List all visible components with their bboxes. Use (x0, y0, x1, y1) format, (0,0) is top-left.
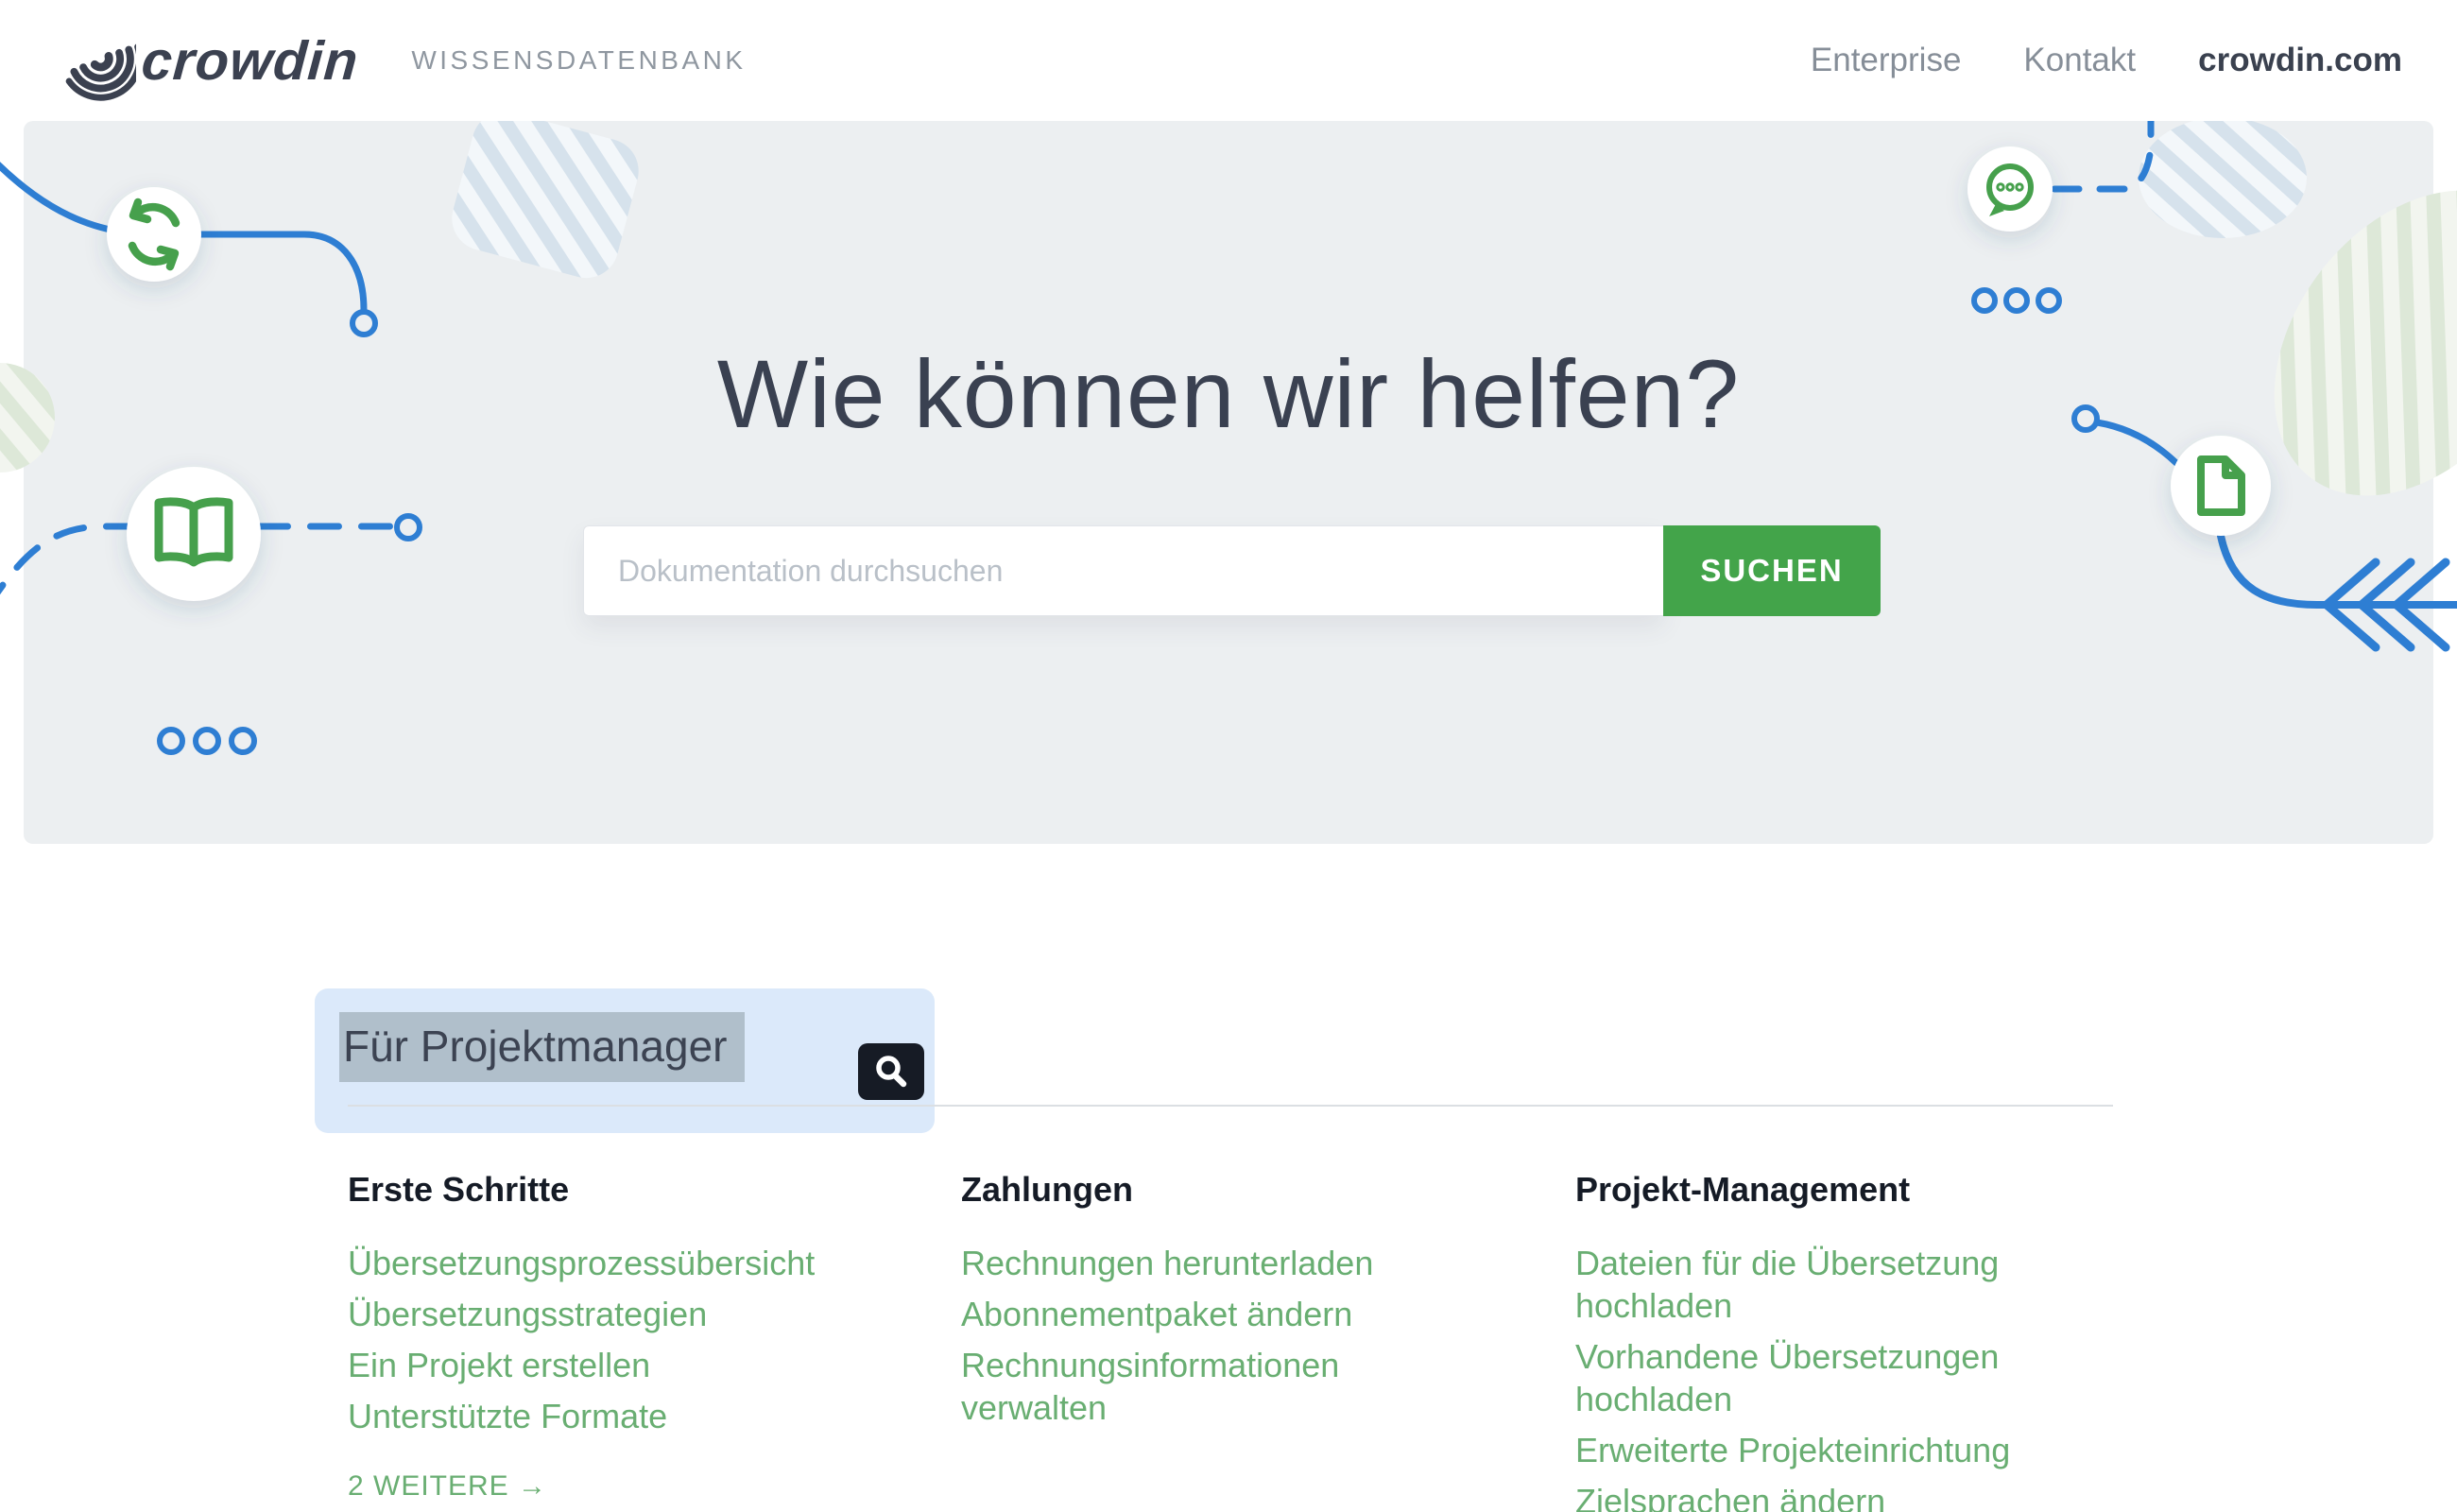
column-heading: Projekt-Management (1575, 1170, 2086, 1210)
search-input[interactable] (583, 525, 1663, 616)
category-header-box: Für Projektmanager (315, 988, 935, 1133)
kb-article-link[interactable]: Rechnungen herunterladen (961, 1242, 1434, 1284)
knowledge-base-label: WISSENSDATENBANK (411, 45, 746, 76)
crowdin-logo[interactable]: crowdin (55, 19, 358, 102)
kb-article-link[interactable]: Unterstützte Formate (348, 1395, 877, 1437)
nav-link-enterprise[interactable]: Enterprise (1811, 42, 1962, 79)
brand-wordmark: crowdin (140, 29, 361, 93)
search-button[interactable]: SUCHEN (1663, 525, 1881, 616)
hero-background-panel (24, 121, 2433, 844)
column-heading: Zahlungen (961, 1170, 1434, 1210)
kb-article-link[interactable]: Erweiterte Projekteinrichtung (1575, 1429, 2086, 1471)
kb-article-link[interactable]: Abonnementpaket ändern (961, 1293, 1434, 1335)
more-articles-link[interactable]: 2 WEITERE → (348, 1470, 547, 1503)
kb-article-link[interactable]: Übersetzungsprozessübersicht (348, 1242, 877, 1284)
navbar-links: Enterprise Kontakt crowdin.com (1811, 42, 2402, 79)
kb-article-link[interactable]: Vorhandene Übersetzungen hochladen (1575, 1335, 2086, 1420)
kb-article-link[interactable]: Dateien für die Übersetzung hochladen (1575, 1242, 2086, 1327)
kb-article-link[interactable]: Übersetzungsstrategien (348, 1293, 877, 1335)
section-divider (348, 1105, 2113, 1107)
top-navbar: crowdin WISSENSDATENBANK Enterprise Kont… (0, 0, 2457, 121)
page: crowdin WISSENSDATENBANK Enterprise Kont… (0, 0, 2457, 1512)
kb-article-link[interactable]: Rechnungsinformationen verwalten (961, 1344, 1434, 1429)
search-in-page-icon[interactable] (858, 1043, 924, 1100)
search-bar: SUCHEN (583, 525, 1881, 616)
category-column-projekt-management: Projekt-Management Dateien für die Übers… (1575, 1170, 2086, 1512)
category-title: Für Projektmanager (339, 1021, 745, 1072)
crowdin-logo-icon (55, 19, 136, 102)
kb-article-link[interactable]: Zielsprachen ändern (1575, 1480, 2086, 1512)
hero-title: Wie können wir helfen? (0, 346, 2457, 442)
hero-section: Wie können wir helfen? SUCHEN (0, 121, 2457, 844)
column-heading: Erste Schritte (348, 1170, 877, 1210)
category-column-zahlungen: Zahlungen Rechnungen herunterladen Abonn… (961, 1170, 1434, 1437)
category-column-erste-schritte: Erste Schritte Übersetzungsprozessübersi… (348, 1170, 877, 1503)
nav-link-kontakt[interactable]: Kontakt (2023, 42, 2136, 79)
nav-link-crowdin-com[interactable]: crowdin.com (2198, 42, 2402, 79)
kb-article-link[interactable]: Ein Projekt erstellen (348, 1344, 877, 1386)
selected-text: Für Projektmanager (339, 1012, 745, 1082)
